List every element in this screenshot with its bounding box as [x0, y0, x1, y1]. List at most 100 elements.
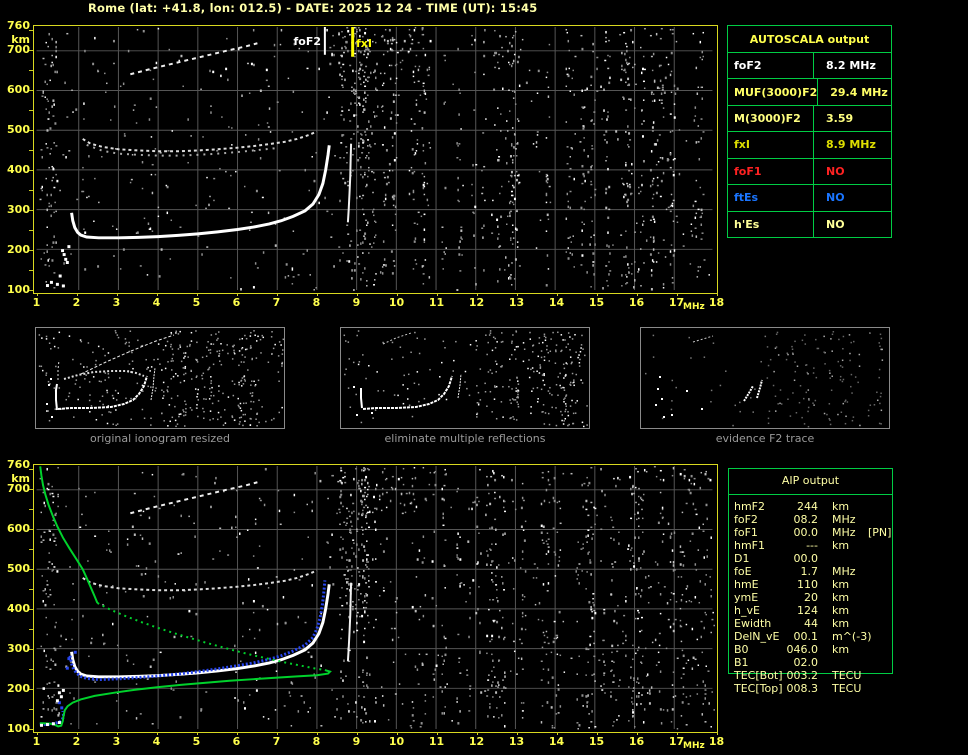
- aip-param-value: 08.2: [793, 513, 819, 526]
- x-tick-label: 15: [588, 296, 605, 309]
- aip-param-value: 244: [797, 500, 818, 513]
- x-axis-tickmark: [676, 293, 678, 296]
- autoscala-param-value: NO: [813, 211, 891, 237]
- profile-mid-green-dotted: [96, 602, 326, 672]
- x-axis-tickmark: [156, 732, 158, 735]
- x-tick-label: 3: [112, 735, 121, 748]
- x-tick-label: 11: [428, 735, 445, 748]
- y-tick-label: 500: [7, 562, 30, 575]
- mini-trace: [743, 385, 754, 402]
- autoscala-table: AUTOSCALA output foF2 8.2 MHz MUF(3000)F2 2…: [727, 25, 892, 238]
- autoscala-app-screen: Rome (lat: +41.8, lon: 012.5) - DATE: 20…: [0, 0, 968, 755]
- mini-trace: [692, 335, 714, 343]
- autoscala-param-label: foF2: [734, 59, 762, 73]
- autoscala-row: ftEs NO: [728, 185, 891, 212]
- y-axis-tickmark: [29, 250, 33, 251]
- x-tick-label: 3: [112, 296, 121, 309]
- y-tick-label: 100: [7, 283, 30, 296]
- y-axis-tickmark: [29, 90, 33, 91]
- aip-table: AIP output hmF2 244 km foF2 08.2 MHz foF1 00.0 M…: [728, 468, 893, 708]
- x-axis-tickmark: [636, 293, 638, 296]
- aip-param-unit: MHz: [832, 565, 856, 578]
- y-axis-tickmark: [29, 130, 33, 131]
- autoscala-table-header: AUTOSCALA output: [728, 26, 891, 53]
- aip-param-value: 00.0: [793, 552, 819, 565]
- x-axis-tickmark: [76, 293, 78, 296]
- y-tick-label: 200: [7, 243, 30, 256]
- x-tick-label: 18: [708, 296, 725, 309]
- y-axis-tickmark: [29, 110, 33, 111]
- x-tick-label: 16: [628, 735, 645, 748]
- x-axis-tickmark: [276, 293, 278, 296]
- x-tick-label: 5: [192, 296, 201, 309]
- foF2-marker-label: foF2: [293, 35, 321, 48]
- x-axis-tickmark: [316, 732, 318, 735]
- fxI-marker-line: [351, 26, 355, 57]
- mini-trace: [382, 332, 412, 345]
- aip-param-unit: km: [832, 591, 850, 604]
- x-tick-label: 1: [32, 296, 41, 309]
- y-axis-tickmark: [29, 729, 33, 730]
- aip-param-unit: km: [832, 539, 850, 552]
- x-tick-label: 14: [548, 296, 565, 309]
- aip-param-value: 20: [804, 591, 818, 604]
- aip-param-unit: km: [832, 643, 850, 656]
- x-axis-tickmark: [516, 732, 518, 735]
- aip-row: ymE 20 km: [728, 592, 893, 604]
- x-axis-tickmark: [156, 293, 158, 296]
- F2-trace-O-mode: [70, 145, 331, 240]
- aip-param-value: 124: [797, 604, 818, 617]
- x-tick-label: 9: [352, 296, 361, 309]
- aip-param-unit: TECU: [832, 682, 862, 695]
- x-axis-tickmark: [596, 732, 598, 735]
- X-mode-asymptote: [346, 143, 353, 223]
- aip-row: foF2 08.2 MHz: [728, 514, 893, 526]
- y-axis-tickmark: [29, 709, 33, 710]
- autoscala-row: M(3000)F2 3.59: [728, 105, 891, 133]
- x-tick-label: 9: [352, 735, 361, 748]
- aip-param-value: 110: [797, 578, 818, 591]
- X-mode-asymptote: [346, 582, 353, 662]
- y-axis-tickmark: [29, 50, 33, 51]
- aip-param-label: h_vE: [734, 604, 760, 617]
- aip-row: B0 046.0 km: [728, 644, 893, 656]
- panel-caption: eliminate multiple reflections: [384, 432, 546, 445]
- autoscala-param-value: 29.4 MHz: [817, 79, 895, 105]
- aip-header-divider: [728, 494, 893, 495]
- mini-trace: [63, 370, 145, 380]
- y-axis-tickmark: [29, 649, 33, 650]
- x-axis-tickmark: [676, 732, 678, 735]
- aip-param-value: 00.1: [793, 630, 819, 643]
- panel-caption: evidence F2 trace: [715, 432, 815, 445]
- y-tick-label: 760: [7, 19, 30, 32]
- x-tick-label: 14: [548, 735, 565, 748]
- panel-eliminate-canvas: [340, 327, 590, 429]
- aip-table-header: AIP output: [781, 474, 840, 487]
- x-tick-label: 8: [312, 735, 321, 748]
- x-tick-label: 4: [152, 296, 161, 309]
- y-axis-tickmark: [29, 190, 33, 191]
- x-tick-label: 10: [388, 735, 405, 748]
- y-axis-tickmark: [29, 170, 33, 171]
- y-tick-label: 600: [7, 83, 30, 96]
- y-axis-tickmark: [29, 469, 33, 470]
- x-tick-label: 13: [508, 735, 525, 748]
- profile-bottomside-green: [39, 669, 332, 728]
- mini-trace: [360, 388, 363, 409]
- mini-trace: [80, 334, 175, 375]
- fxI-marker-label: fxI: [356, 37, 372, 50]
- aip-param-unit: TECU: [832, 669, 862, 682]
- x-tick-label: 16: [628, 296, 645, 309]
- y-axis-unit: km: [11, 472, 30, 485]
- aip-param-value: 003.2: [786, 669, 819, 682]
- x-tick-label: 7: [272, 735, 281, 748]
- x-tick-label: 10: [388, 296, 405, 309]
- aip-param-label: foF2: [734, 513, 758, 526]
- mini-ionogram-1: [343, 330, 588, 428]
- aip-param-label: hmF1: [734, 539, 766, 552]
- aip-param-value: 00.0: [793, 526, 819, 539]
- aip-param-label: D1: [734, 552, 750, 565]
- autoscala-param-label: MUF(3000)F2: [734, 85, 818, 99]
- aip-row: hmF1 --- km: [728, 540, 893, 552]
- x-tick-label: 5: [192, 735, 201, 748]
